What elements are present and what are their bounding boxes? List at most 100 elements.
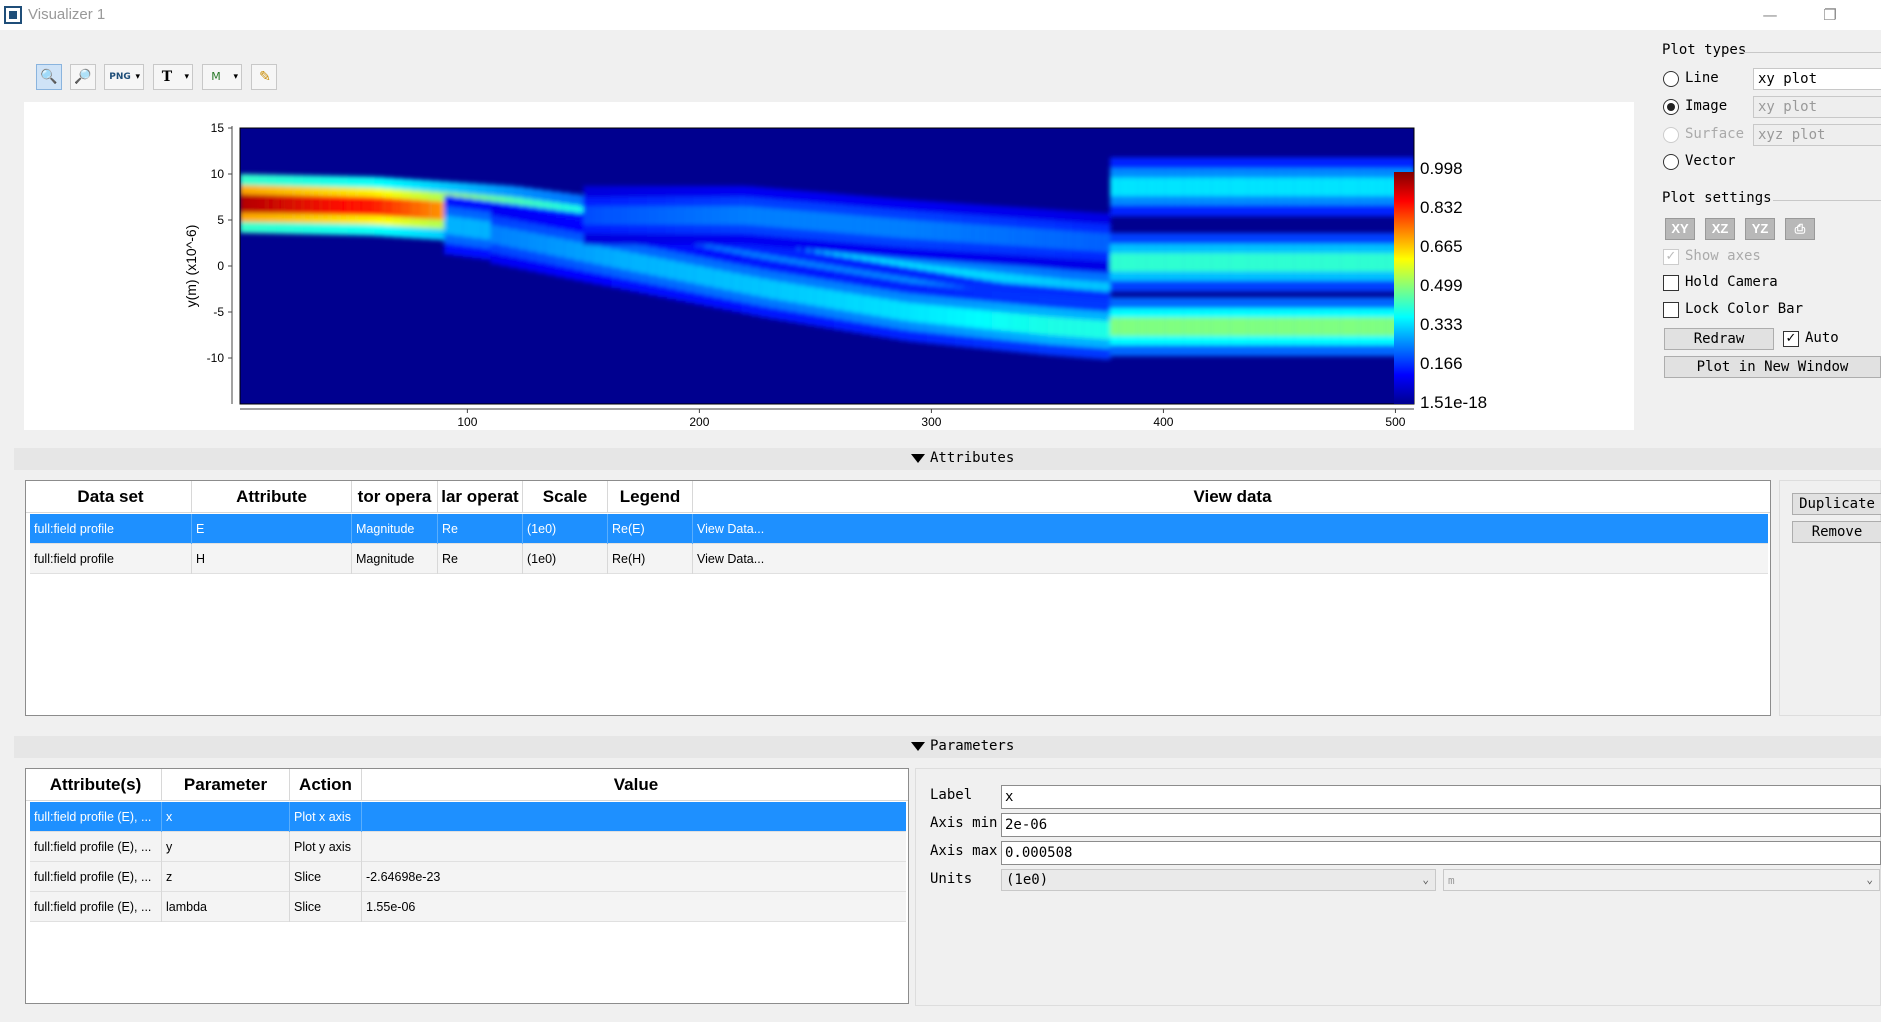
line-plot-select[interactable]: xy plot▾ [1753, 68, 1881, 90]
col-attribute[interactable]: Attribute [192, 481, 352, 513]
beam-segment [682, 206, 693, 225]
auto-checkbox[interactable]: ✓ [1783, 331, 1799, 347]
heatmap-plot[interactable]: 15 10 5 0 -5 -10 100 200 300 400 500 y(m) (x10^-6… [24, 102, 1634, 430]
cell-action[interactable]: Slice [290, 892, 362, 922]
beam-segment [1377, 177, 1387, 197]
cell-vector-op[interactable]: Magnitude [352, 544, 438, 574]
minimize-button[interactable]: — [1750, 2, 1790, 28]
y-tick-label: 15 [211, 121, 225, 135]
unit-select[interactable]: m ⌄ [1443, 869, 1880, 891]
axis-max-input[interactable]: 0.000508 [1001, 841, 1881, 865]
export-image-button[interactable]: PNG ▾ [104, 64, 144, 90]
print-button[interactable]: ⎙ [1785, 218, 1815, 240]
redraw-button[interactable]: Redraw [1664, 328, 1774, 350]
beam-segment [1211, 317, 1222, 336]
table-row[interactable]: full:field profile (E), ... z Slice -2.6… [30, 862, 906, 892]
radio-line[interactable] [1663, 71, 1679, 87]
plot-in-new-window-button[interactable]: Plot in New Window [1664, 356, 1881, 378]
view-xz-button[interactable]: XZ [1705, 218, 1735, 240]
text-tool-button[interactable]: T ▾ [153, 64, 193, 90]
pen-tool-button[interactable]: ✎ [251, 64, 277, 90]
surface-plot-select[interactable]: xyz plot▾ [1753, 124, 1881, 146]
beam-segment [691, 206, 702, 225]
beam-segment [709, 206, 720, 225]
remove-button[interactable]: Remove [1792, 521, 1881, 543]
beam-segment [1165, 253, 1176, 272]
beam-segment [1358, 253, 1369, 272]
cell-action[interactable]: Plot y axis [290, 832, 362, 862]
hold-camera-checkbox[interactable] [1663, 275, 1679, 291]
cell-value[interactable]: 1.55e-06 [362, 892, 906, 922]
cell-value[interactable]: -2.64698e-23 [362, 862, 906, 892]
cell-action[interactable]: Slice [290, 862, 362, 892]
beam-segment [741, 275, 752, 294]
col-scalar-operation[interactable]: lar operat [438, 481, 523, 513]
beam-segment [293, 195, 304, 214]
radio-vector[interactable] [1663, 154, 1679, 170]
zoom-out-button[interactable]: 🔎 [70, 64, 96, 90]
beam-segment [536, 234, 547, 254]
cell-value[interactable] [362, 832, 906, 862]
radio-surface[interactable] [1663, 127, 1679, 143]
col-vector-operation[interactable]: tor opera [352, 481, 438, 513]
parameters-section-header[interactable]: Parameters [14, 736, 1881, 758]
zoom-button[interactable]: 🔍 [36, 64, 62, 90]
chevron-down-icon: ⌄ [1866, 873, 1873, 886]
col-action[interactable]: Action [290, 769, 362, 801]
cell-scalar-op[interactable]: Re [438, 544, 523, 574]
image-plot-select[interactable]: xy plot▾ [1753, 96, 1881, 118]
col-scale[interactable]: Scale [523, 481, 608, 513]
attributes-table[interactable]: Data set Attribute tor opera lar operat … [25, 480, 1771, 716]
marker-tool-button[interactable]: M ▾ [202, 64, 242, 90]
table-row[interactable]: full:field profile H Magnitude Re (1e0) … [30, 544, 1768, 574]
beam-segment [781, 209, 792, 229]
view-data-link[interactable]: View Data... [693, 544, 1768, 574]
cell-scalar-op[interactable]: Re [438, 514, 523, 544]
units-select[interactable]: (1e0) ⌄ [1001, 869, 1436, 891]
beam-segment [637, 206, 648, 225]
view-xy-button[interactable]: XY [1665, 218, 1695, 240]
attributes-section-header[interactable]: Attributes [14, 448, 1881, 470]
col-parameter[interactable]: Parameter [162, 769, 290, 801]
parameters-table[interactable]: Attribute(s) Parameter Action Value full… [25, 768, 909, 1004]
cell-vector-op[interactable]: Magnitude [352, 514, 438, 544]
table-row[interactable]: full:field profile (E), ... y Plot y axi… [30, 832, 906, 862]
beam-segment [754, 207, 765, 226]
view-yz-button[interactable]: YZ [1745, 218, 1775, 240]
y-tick-label: -10 [207, 351, 225, 365]
beam-segment [1156, 253, 1166, 272]
cell-scale[interactable]: (1e0) [523, 544, 608, 574]
table-row[interactable]: full:field profile E Magnitude Re (1e0) … [30, 514, 1768, 544]
show-axes-checkbox[interactable]: ✓ [1663, 249, 1679, 265]
view-data-link[interactable]: View Data... [693, 514, 1768, 544]
colorbar-tick-label: 0.499 [1420, 276, 1463, 295]
cell-value[interactable] [362, 802, 906, 832]
cell-scale[interactable]: (1e0) [523, 514, 608, 544]
col-data-set[interactable]: Data set [30, 481, 192, 513]
table-row[interactable]: full:field profile (E), ... x Plot x axi… [30, 802, 906, 832]
radio-image[interactable] [1663, 99, 1679, 115]
beam-segment [1202, 177, 1212, 197]
plot-area[interactable]: 15 10 5 0 -5 -10 100 200 300 400 500 y(m) (x10^-6… [24, 102, 1634, 430]
beam-segment [722, 271, 733, 290]
cell-legend[interactable]: Re(H) [608, 544, 693, 574]
beam-segment [817, 212, 828, 232]
col-attributes[interactable]: Attribute(s) [30, 769, 162, 801]
axis-min-input[interactable]: 2e-06 [1001, 813, 1881, 837]
beam-segment [1028, 315, 1039, 334]
beam-segment [1010, 313, 1021, 332]
cell-action[interactable]: Plot x axis [290, 802, 362, 832]
col-legend[interactable]: Legend [608, 481, 693, 513]
table-row[interactable]: full:field profile (E), ... lambda Slice… [30, 892, 906, 922]
label-input[interactable]: x [1001, 785, 1881, 809]
col-view-data[interactable]: View data [693, 481, 1770, 513]
beam-segment [972, 224, 983, 244]
beam-segment [275, 195, 286, 214]
beam-segment [1349, 177, 1360, 197]
col-value[interactable]: Value [362, 769, 908, 801]
duplicate-button[interactable]: Duplicate [1792, 493, 1881, 515]
restore-button[interactable]: ❐ [1810, 2, 1850, 28]
lock-color-bar-checkbox[interactable] [1663, 302, 1679, 318]
cell-legend[interactable]: Re(E) [608, 514, 693, 544]
beam-segment [1275, 177, 1286, 197]
